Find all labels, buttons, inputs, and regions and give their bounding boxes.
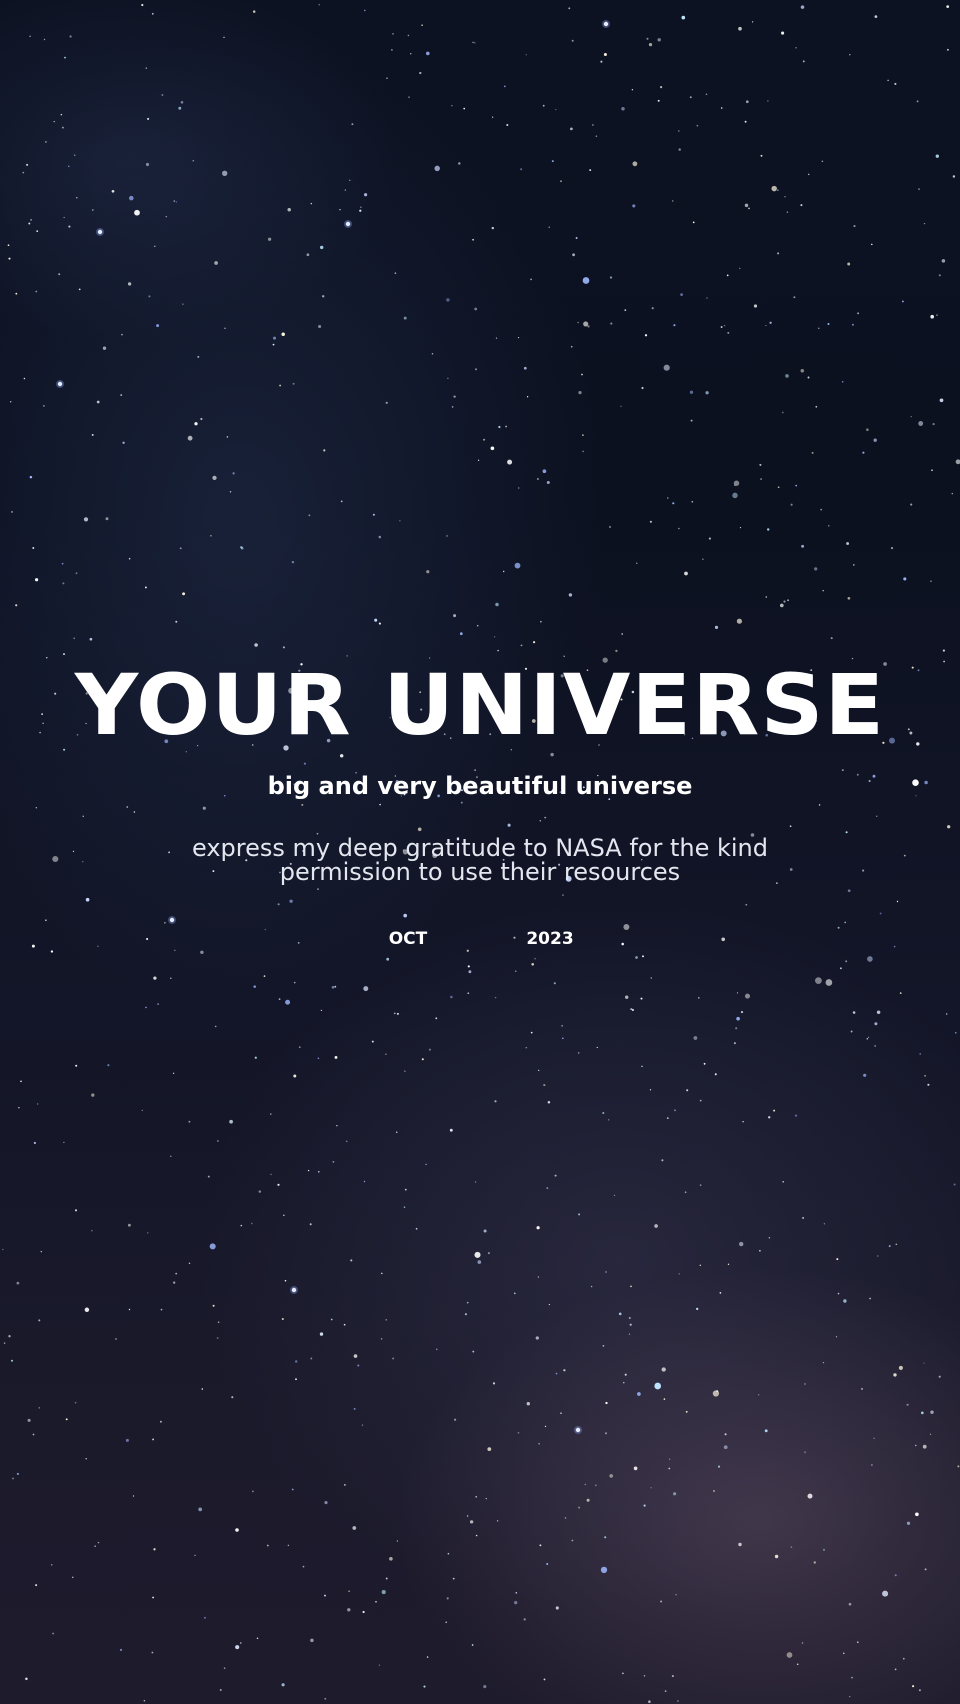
- poster-headline: YOUR UNIVERSE: [74, 656, 886, 754]
- poster: YOUR UNIVERSE big and very beautiful uni…: [0, 0, 960, 1704]
- date-row: OCT 2023: [0, 926, 960, 952]
- gratitude-text: express my deep gratitude to NASA for th…: [180, 836, 780, 884]
- gratitude-line: express my deep gratitude to NASA for th…: [192, 834, 768, 862]
- poster-subtitle: big and very beautiful universe: [267, 772, 693, 800]
- poster-content: YOUR UNIVERSE big and very beautiful uni…: [0, 0, 960, 1704]
- date-year: 2023: [526, 929, 574, 949]
- gratitude-line: permission to use their resources: [279, 858, 681, 886]
- date-month: OCT: [388, 929, 428, 949]
